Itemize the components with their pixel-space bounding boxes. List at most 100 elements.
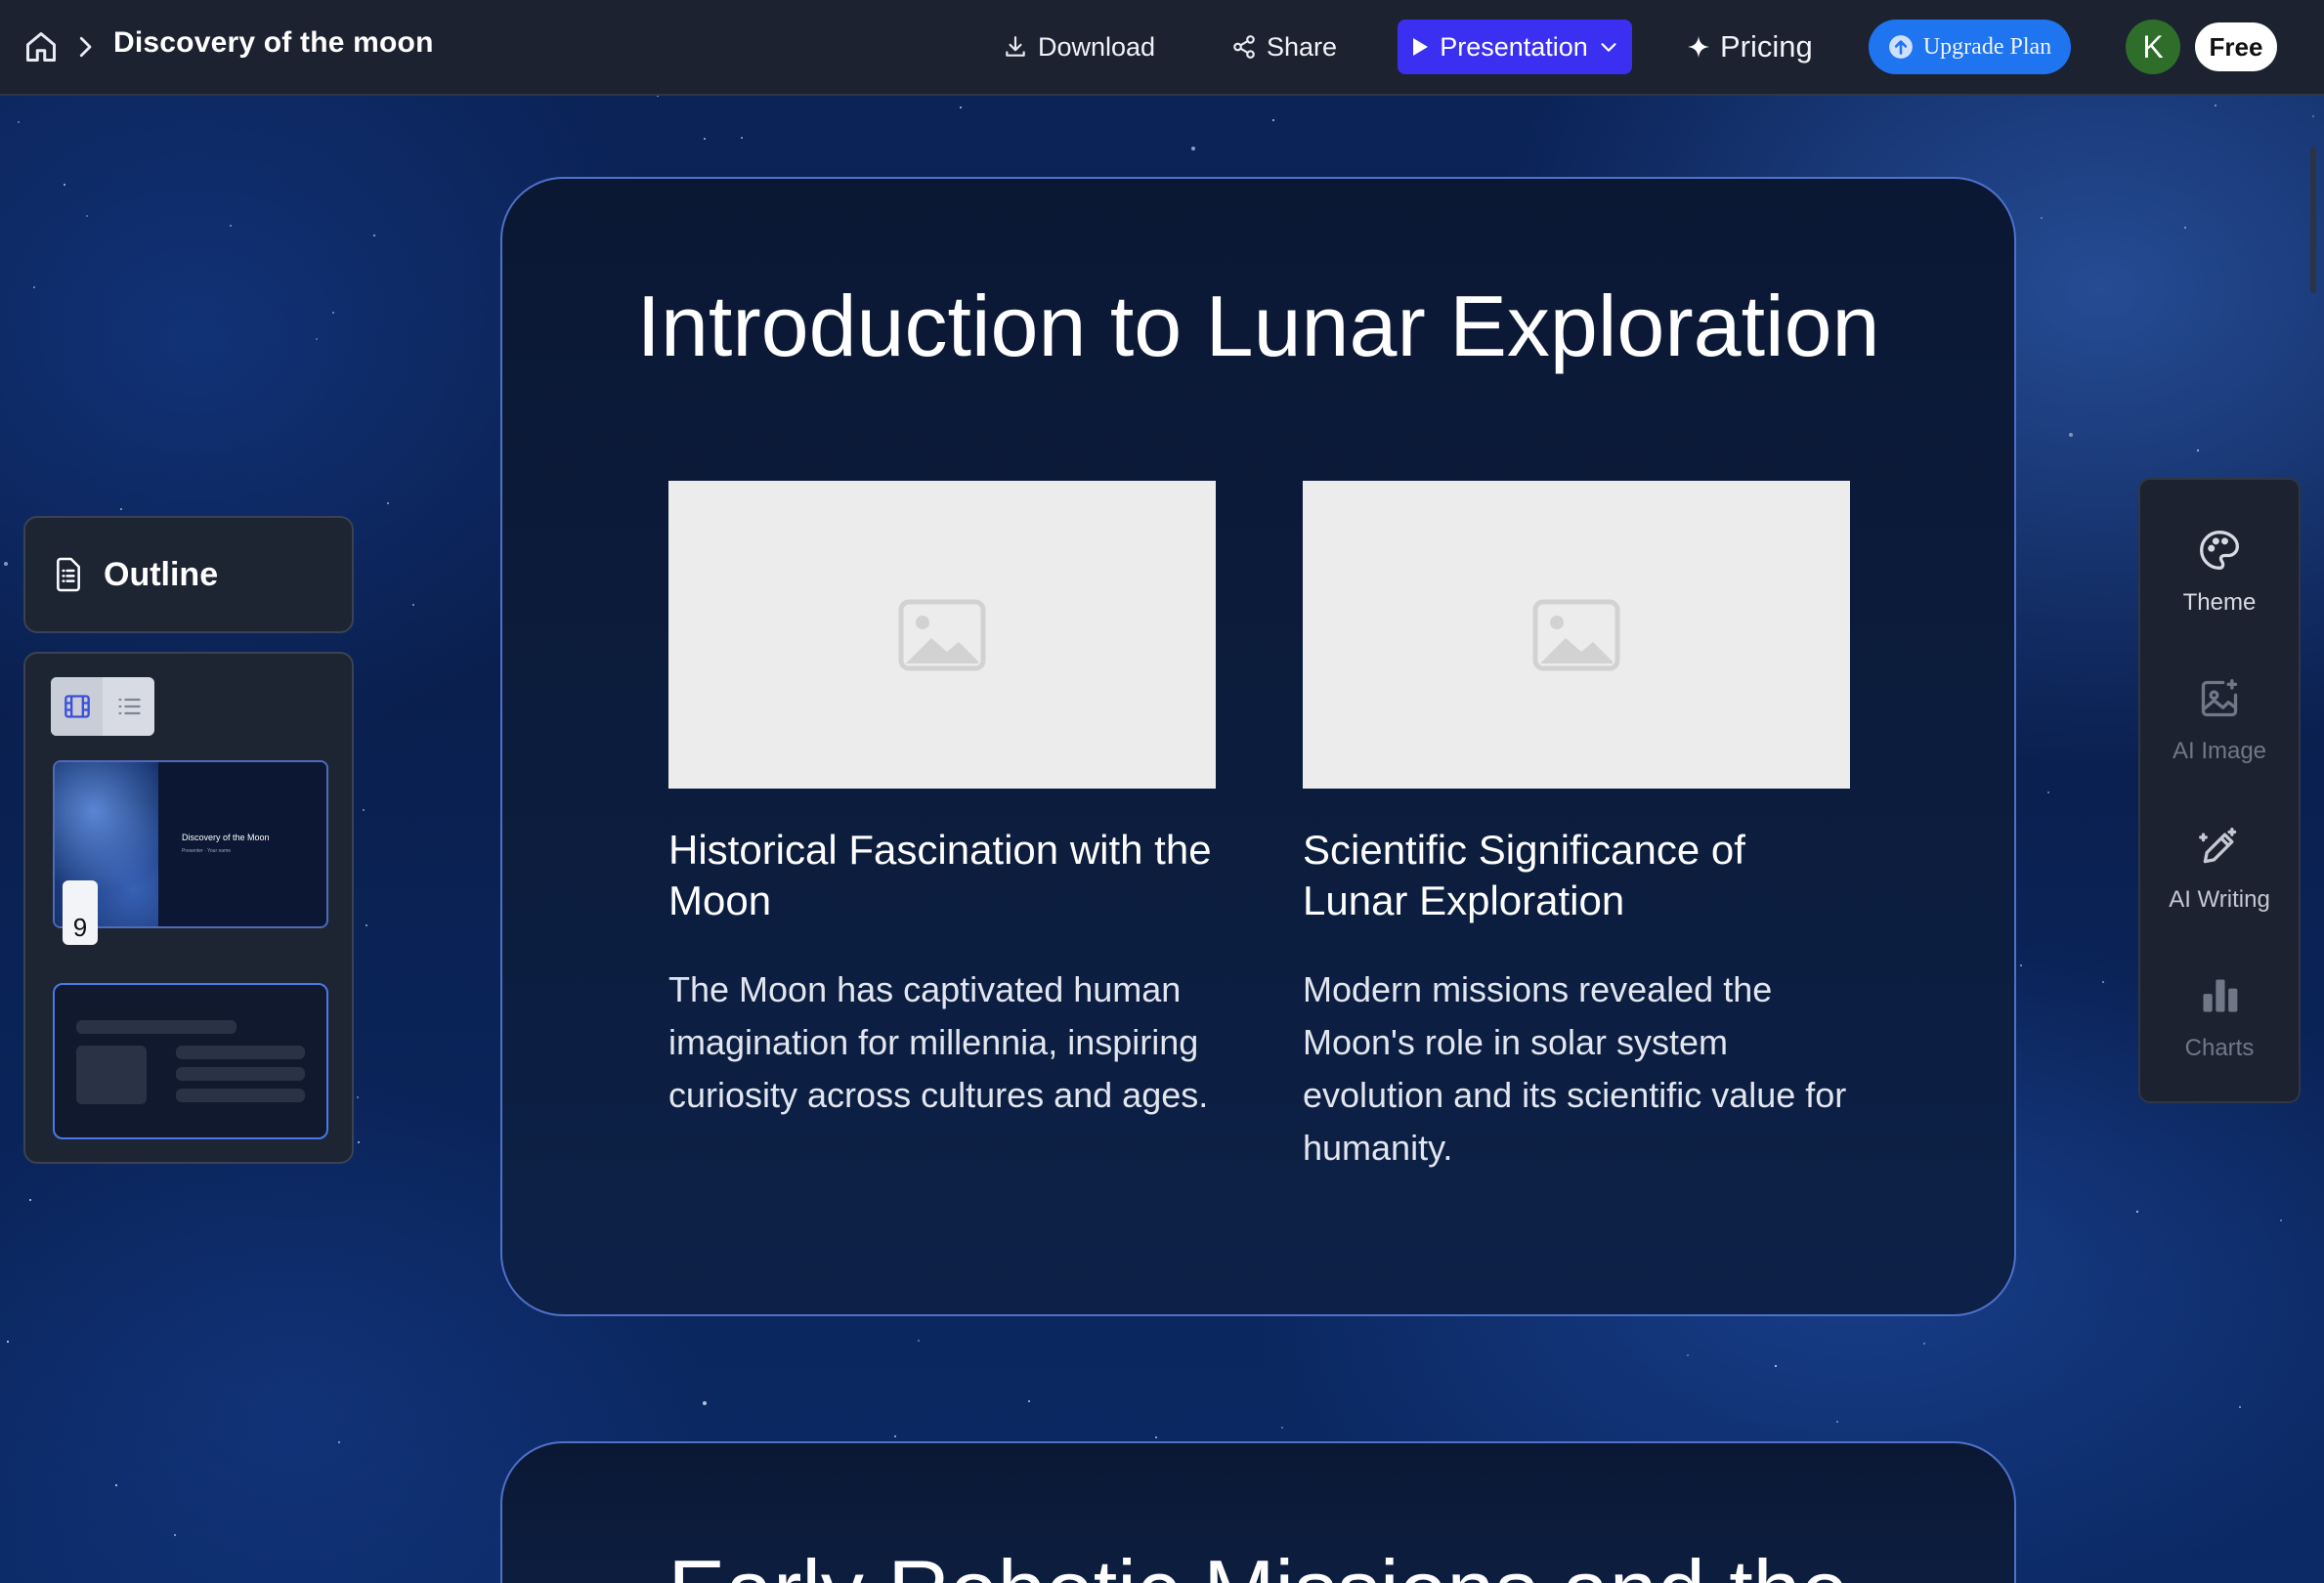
thumbnail-subtitle: Presenter · Your name <box>182 848 232 854</box>
slide-card-2[interactable]: Early Robotic Missions and the <box>500 1441 2016 1583</box>
star <box>2184 227 2186 229</box>
star <box>86 215 88 217</box>
image-placeholder-icon <box>898 599 986 670</box>
scrollbar-thumb[interactable] <box>2310 147 2316 293</box>
star <box>1281 1427 1283 1429</box>
film-icon <box>64 695 90 718</box>
charts-tool-button[interactable]: Charts <box>2140 974 2299 1101</box>
star <box>894 1435 896 1437</box>
slide-thumbnails-panel: Discovery of the Moon Presenter · Your n… <box>23 652 354 1164</box>
column-title-right[interactable]: Scientific Significance of Lunar Explora… <box>1303 825 1850 926</box>
star <box>338 1441 340 1443</box>
star <box>4 562 8 566</box>
column-title-left[interactable]: Historical Fascination with the Moon <box>668 825 1216 926</box>
slide-thumbnail-2[interactable] <box>53 983 328 1139</box>
star <box>1923 1343 1925 1345</box>
user-avatar[interactable]: K <box>2126 20 2180 74</box>
star <box>64 184 65 186</box>
star <box>230 225 232 227</box>
image-placeholder-icon <box>1532 599 1620 670</box>
star <box>2136 1211 2138 1213</box>
upgrade-arrow-icon <box>1888 35 1913 59</box>
star <box>2069 433 2073 437</box>
star <box>120 508 122 510</box>
star <box>918 1340 920 1342</box>
ai-image-tool-button[interactable]: AI Image <box>2140 677 2299 804</box>
column-body-right[interactable]: Modern missions revealed the Moon's role… <box>1303 963 1850 1175</box>
star <box>704 138 706 140</box>
skeleton-line <box>76 1020 237 1034</box>
star <box>316 338 318 340</box>
share-icon <box>1233 35 1255 59</box>
presentation-button[interactable]: Presentation <box>1398 20 1632 74</box>
download-icon <box>1006 36 1025 57</box>
star <box>7 1341 9 1343</box>
skeleton-line <box>176 1046 305 1059</box>
star <box>115 1484 117 1486</box>
slide-title[interactable]: Early Robotic Missions and the <box>502 1541 2014 1583</box>
star <box>1687 1354 1689 1356</box>
thumbnail-title: Discovery of the Moon <box>182 833 270 842</box>
star <box>373 235 375 236</box>
sparkle-icon <box>1688 36 1709 58</box>
star <box>18 121 20 123</box>
upgrade-plan-label: Upgrade Plan <box>1922 33 2052 60</box>
pen-sparkle-icon <box>2199 828 2237 864</box>
upgrade-plan-button[interactable]: Upgrade Plan <box>1869 20 2071 74</box>
skeleton-line <box>176 1089 305 1102</box>
theme-tool-label: Theme <box>2182 589 2257 616</box>
list-icon <box>118 698 141 715</box>
image-placeholder-left[interactable] <box>668 481 1216 789</box>
theme-tool-button[interactable]: Theme <box>2140 529 2299 656</box>
outline-label: Outline <box>104 555 219 593</box>
ai-writing-tool-button[interactable]: AI Writing <box>2140 826 2299 953</box>
star <box>2102 981 2104 983</box>
slide-card-1[interactable]: Introduction to Lunar Exploration Histor… <box>500 177 2016 1316</box>
star <box>358 1141 360 1143</box>
play-icon <box>1413 38 1429 56</box>
list-view-button[interactable] <box>103 677 154 736</box>
star <box>2312 115 2314 117</box>
star <box>366 924 367 926</box>
filmstrip-view-button[interactable] <box>51 677 103 736</box>
top-bar: Discovery of the moon Download Share Pre… <box>0 0 2324 96</box>
presentation-label: Presentation <box>1440 31 1588 62</box>
home-icon[interactable] <box>23 29 59 64</box>
skeleton-line <box>176 1067 305 1081</box>
star <box>29 1199 31 1201</box>
star <box>357 1096 359 1098</box>
plan-badge[interactable]: Free <box>2195 22 2277 71</box>
image-sparkle-icon <box>2201 679 2238 717</box>
share-button[interactable]: Share <box>1231 20 1337 74</box>
star <box>2020 964 2022 966</box>
star <box>412 604 414 606</box>
download-label: Download <box>1038 31 1156 62</box>
star <box>2280 1219 2282 1221</box>
pricing-button[interactable]: Pricing <box>1687 20 1813 74</box>
slide-title[interactable]: Introduction to Lunar Exploration <box>502 277 2014 376</box>
tools-panel: Theme AI Image AI Writing Charts <box>2138 478 2301 1103</box>
pricing-label: Pricing <box>1720 29 1813 64</box>
star <box>960 107 962 108</box>
view-toggle <box>51 677 154 736</box>
outline-button[interactable]: Outline <box>23 516 354 633</box>
star <box>2047 792 2049 793</box>
star <box>741 137 743 139</box>
star <box>703 1401 707 1405</box>
document-title[interactable]: Discovery of the moon <box>113 26 434 60</box>
ai-image-tool-label: AI Image <box>2172 738 2267 764</box>
star <box>1191 147 1195 150</box>
star <box>174 1534 176 1536</box>
download-button[interactable]: Download <box>1003 20 1155 74</box>
column-body-left[interactable]: The Moon has captivated human imaginatio… <box>668 963 1216 1122</box>
ai-writing-tool-label: AI Writing <box>2169 886 2270 913</box>
star <box>1272 119 1274 121</box>
star <box>2041 217 2043 219</box>
image-placeholder-right[interactable] <box>1303 481 1850 789</box>
palette-icon <box>2200 531 2239 570</box>
outline-document-icon <box>57 557 80 592</box>
skeleton-image <box>76 1046 147 1104</box>
bar-chart-icon <box>2203 979 2238 1012</box>
share-label: Share <box>1267 31 1338 62</box>
star <box>33 286 35 288</box>
